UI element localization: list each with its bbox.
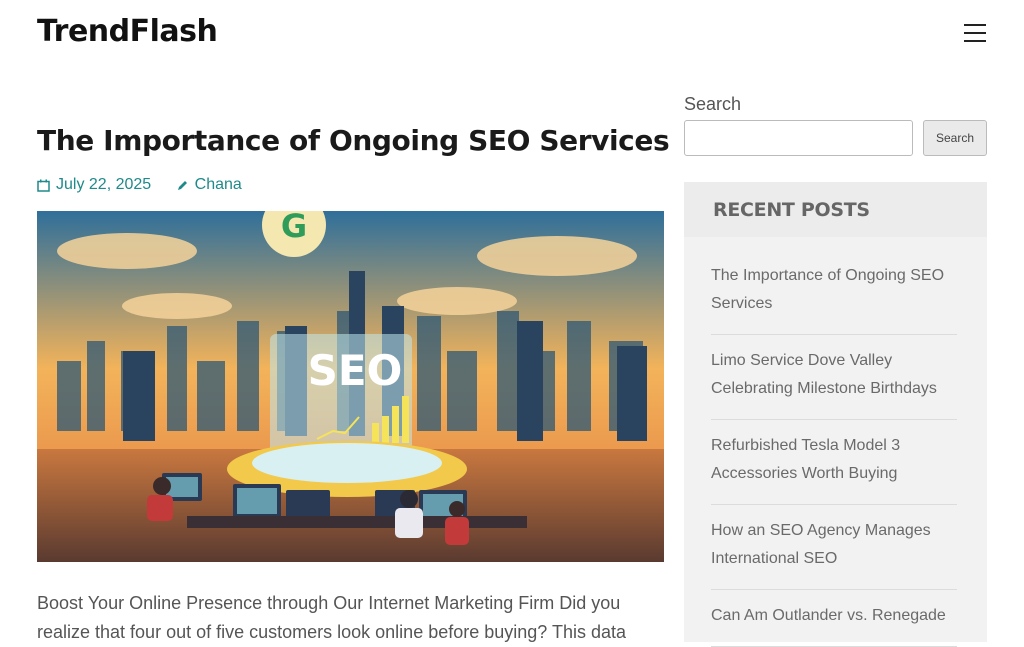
featured-image[interactable]: SEO G [37,211,664,562]
svg-text:SEO: SEO [308,346,403,395]
recent-posts-heading: RECENT POSTS [684,182,987,237]
hamburger-menu-icon[interactable] [964,24,988,44]
recent-posts-widget: RECENT POSTS The Importance of Ongoing S… [684,182,987,647]
post-author: Chana [194,176,242,193]
google-logo-icon: G [281,211,307,245]
post-date: July 22, 2025 [56,176,152,193]
post-title[interactable]: The Importance of Ongoing SEO Services [37,124,677,157]
recent-post-link[interactable]: Limo Service Dove Valley Celebrating Mil… [711,335,957,420]
recent-post-link[interactable]: How an SEO Agency Manages International … [711,505,957,590]
svg-text:G: G [281,211,307,245]
calendar-icon [37,179,50,192]
search-button[interactable]: Search [923,120,987,156]
recent-post-link[interactable]: Refurbished Tesla Model 3 Accessories Wo… [711,420,957,505]
search-input[interactable] [684,120,913,156]
recent-post-link[interactable]: Can Am Outlander vs. Renegade [711,590,957,647]
site-title[interactable]: TrendFlash [37,14,218,49]
recent-post-link[interactable]: The Importance of Ongoing SEO Services [711,256,957,335]
post-meta: July 22, 2025 Chana [37,176,262,197]
search-label: Search [684,94,742,114]
post-excerpt: Boost Your Online Presence through Our I… [37,593,627,642]
post-date-link[interactable]: July 22, 2025 [37,176,151,194]
pencil-icon [177,180,187,190]
post-author-link[interactable]: Chana [176,176,242,194]
